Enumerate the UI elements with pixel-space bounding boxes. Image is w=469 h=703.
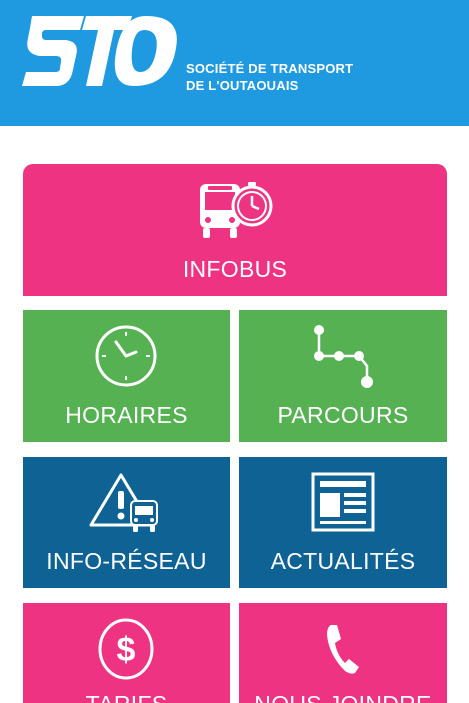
- bus-stopwatch-icon: [200, 182, 273, 238]
- alert-bus-icon: [89, 473, 158, 532]
- actualites-label: ACTUALITÉS: [270, 548, 416, 574]
- parcours-tile[interactable]: PARCOURS: [239, 310, 447, 442]
- infobus-tile[interactable]: INFOBUS: [23, 164, 447, 296]
- horaires-tile[interactable]: HORAIRES: [23, 310, 230, 442]
- app-screen: SOCIÉTÉ DE TRANSPORT DE L'OUTAOUAIS INFO…: [0, 0, 469, 703]
- actualites-tile[interactable]: ACTUALITÉS: [239, 457, 447, 588]
- dollar-icon: $: [98, 618, 154, 680]
- info-reseau-tile[interactable]: INFO-RÉSEAU: [23, 457, 230, 588]
- infobus-label: INFOBUS: [182, 256, 288, 282]
- svg-text:$: $: [117, 631, 136, 669]
- sto-logo: [22, 16, 177, 86]
- newspaper-icon: [311, 472, 375, 532]
- nous-joindre-tile[interactable]: NOUS JOINDRE: [239, 603, 447, 703]
- tarifs-label: TARIFS: [23, 691, 230, 703]
- parcours-label: PARCOURS: [277, 402, 409, 428]
- route-icon: [314, 325, 373, 388]
- organization-name-line2: DE L'OUTAOUAIS: [186, 78, 299, 93]
- app-header: SOCIÉTÉ DE TRANSPORT DE L'OUTAOUAIS: [0, 0, 469, 126]
- info-reseau-label: INFO-RÉSEAU: [46, 548, 207, 574]
- horaires-label: HORAIRES: [65, 402, 188, 428]
- clock-icon: [95, 325, 157, 387]
- tarifs-tile[interactable]: $ TARIFS: [23, 603, 230, 703]
- nous-joindre-label: NOUS JOINDRE: [239, 691, 447, 703]
- organization-name-line1: SOCIÉTÉ DE TRANSPORT: [186, 61, 354, 76]
- organization-name: SOCIÉTÉ DE TRANSPORT DE L'OUTAOUAIS: [186, 60, 353, 94]
- phone-icon: [327, 625, 359, 674]
